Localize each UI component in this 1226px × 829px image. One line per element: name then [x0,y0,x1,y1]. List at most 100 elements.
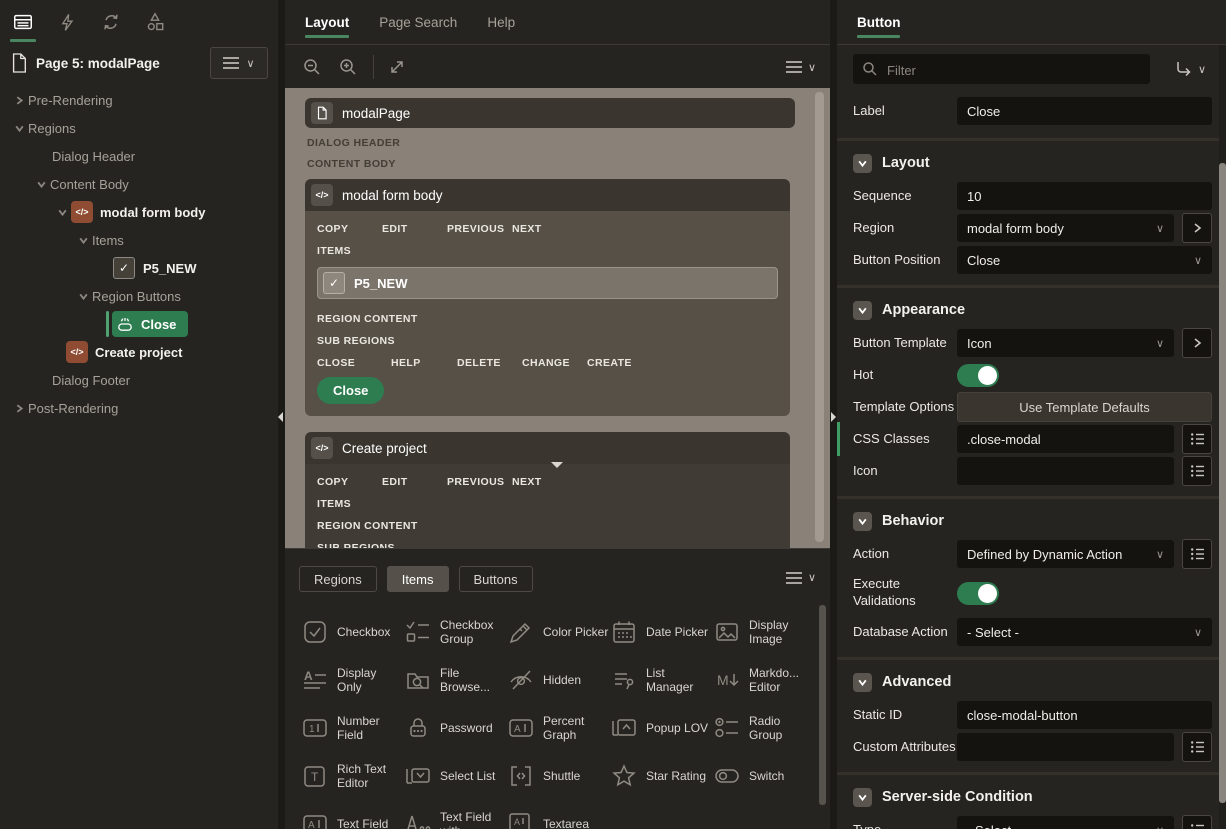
region-action-previous[interactable]: PREVIOUS [447,223,512,235]
button-action-help[interactable]: HELP [391,357,457,369]
button-action-change[interactable]: CHANGE [522,357,587,369]
gallery-tab-regions[interactable]: Regions [299,566,377,592]
list-of-values-button[interactable] [1182,732,1212,762]
canvas-scrollbar[interactable] [815,92,824,542]
tree-node-content-body[interactable]: Content Body [0,170,278,198]
gallery-item-popup-lov[interactable]: Popup LOV [609,704,712,752]
gallery-tab-items[interactable]: Items [387,566,449,592]
type-select[interactable]: - Select -∨ [957,816,1174,829]
region-card-create-project[interactable]: </>Create projectCOPYEDITPREVIOUSNEXTITE… [305,432,790,548]
custom-attributes-input[interactable] [957,733,1174,761]
template-options-button[interactable]: Use Template Defaults [957,392,1212,422]
region-action-copy[interactable]: COPY [317,476,382,488]
tab-processing[interactable] [98,0,124,44]
chevron-down-icon[interactable] [74,291,92,302]
zoom-out-icon[interactable] [299,54,325,80]
tab-help[interactable]: Help [487,0,515,44]
gallery-item-display-image[interactable]: Display Image [712,608,815,656]
list-of-values-button[interactable] [1182,539,1212,569]
chevron-down-icon[interactable] [10,123,28,134]
collapse-section-icon[interactable] [853,673,872,692]
button-action-close[interactable]: CLOSE [317,357,391,369]
region-select[interactable]: modal form body∨ [957,214,1174,242]
gallery-item-password[interactable]: Password [403,704,506,752]
tree-node-create-project[interactable]: </>Create project [0,338,278,366]
region-action-edit[interactable]: EDIT [382,223,447,235]
tree-node-regions[interactable]: Regions [0,114,278,142]
gallery-item-color-picker[interactable]: Color Picker [506,608,609,656]
gallery-item-star-rating[interactable]: Star Rating [609,752,712,800]
tab-rendering[interactable] [10,0,36,44]
collapse-section-icon[interactable] [853,154,872,173]
right-splitter[interactable] [830,0,837,829]
chevron-down-icon[interactable] [32,179,50,190]
region-action-next[interactable]: NEXT [512,476,542,488]
list-of-values-button[interactable] [1182,456,1212,486]
sequence-input[interactable] [957,182,1212,210]
gallery-item-display-only[interactable]: ADisplay Only [300,656,403,704]
tab-page-search[interactable]: Page Search [379,0,457,44]
gallery-item-checkbox-group[interactable]: Checkbox Group [403,608,506,656]
chevron-right-icon[interactable] [10,403,28,414]
button-action-delete[interactable]: DELETE [457,357,522,369]
region-action-edit[interactable]: EDIT [382,476,447,488]
section-header[interactable]: Server-side Condition [853,781,1212,813]
expand-icon[interactable] [384,54,410,80]
goto-button[interactable] [1182,213,1212,243]
gallery-item-date-picker[interactable]: Date Picker [609,608,712,656]
button-position-select[interactable]: Close∨ [957,246,1212,274]
tree-node-dialog-footer[interactable]: Dialog Footer [0,366,278,394]
section-header[interactable]: Appearance [853,294,1212,326]
static-id-input[interactable] [957,701,1212,729]
tree-node-dialog-header[interactable]: Dialog Header [0,142,278,170]
gallery-item-markdown-editor[interactable]: MMarkdo... Editor [712,656,815,704]
gallery-item-text-field[interactable]: AText Field [300,800,403,829]
action-select[interactable]: Defined by Dynamic Action∨ [957,540,1174,568]
region-action-previous[interactable]: PREVIOUS [447,476,512,488]
gallery-item-select-list[interactable]: Select List [403,752,506,800]
gallery-menu-button[interactable]: ∨ [786,571,816,584]
inspector-scrollbar-thumb[interactable] [1219,163,1226,803]
gallery-tab-buttons[interactable]: Buttons [459,566,533,592]
execute-validations-toggle[interactable] [957,582,999,605]
section-header[interactable]: Layout [853,147,1212,179]
layout-menu-button[interactable]: ∨ [786,61,816,74]
list-of-values-button[interactable] [1182,424,1212,454]
region-action-next[interactable]: NEXT [512,223,542,235]
chevron-right-icon[interactable] [10,95,28,106]
hot-toggle[interactable] [957,364,999,387]
gallery-item-rich-text-editor[interactable]: TRich Text Editor [300,752,403,800]
goto-component-button[interactable]: ∨ [1175,60,1212,78]
chevron-down-icon[interactable] [74,235,92,246]
collapse-section-icon[interactable] [853,301,872,320]
section-header[interactable]: Advanced [853,666,1212,698]
gallery-item-text-field-with[interactable]: Text Field with [403,800,506,829]
button-template-select[interactable]: Icon∨ [957,329,1174,357]
label-input[interactable] [957,97,1212,125]
database-action-select[interactable]: - Select -∨ [957,618,1212,646]
gallery-item-textarea[interactable]: ATextarea [506,800,609,829]
canvas-page-bar[interactable]: modalPage [305,98,795,128]
tree-menu-button[interactable]: ∨ [210,47,268,79]
goto-button[interactable] [1182,328,1212,358]
region-action-copy[interactable]: COPY [317,223,382,235]
tree-node-p5-new[interactable]: ✓P5_NEW [0,254,278,282]
icon-input[interactable] [957,457,1174,485]
region-header[interactable]: </>modal form body [305,179,790,211]
gallery-item-percent-graph[interactable]: APercent Graph [506,704,609,752]
list-of-values-button[interactable] [1182,815,1212,829]
tab-shared-components[interactable] [142,0,168,44]
filter-input[interactable] [885,54,1139,86]
collapse-section-icon[interactable] [853,512,872,531]
chevron-down-icon[interactable] [53,207,71,218]
gallery-item-radio-group[interactable]: Radio Group [712,704,815,752]
inspector-scrollbar-track[interactable] [1219,45,1226,829]
button-action-create[interactable]: CREATE [587,357,632,369]
tree-node-items[interactable]: Items [0,226,278,254]
gallery-item-file-browse[interactable]: File Browse... [403,656,506,704]
tree-node-region-buttons[interactable]: Region Buttons [0,282,278,310]
scroll-down-indicator[interactable] [551,462,563,468]
zoom-in-icon[interactable] [335,54,361,80]
css-classes-input[interactable] [957,425,1174,453]
tab-layout[interactable]: Layout [305,0,349,44]
